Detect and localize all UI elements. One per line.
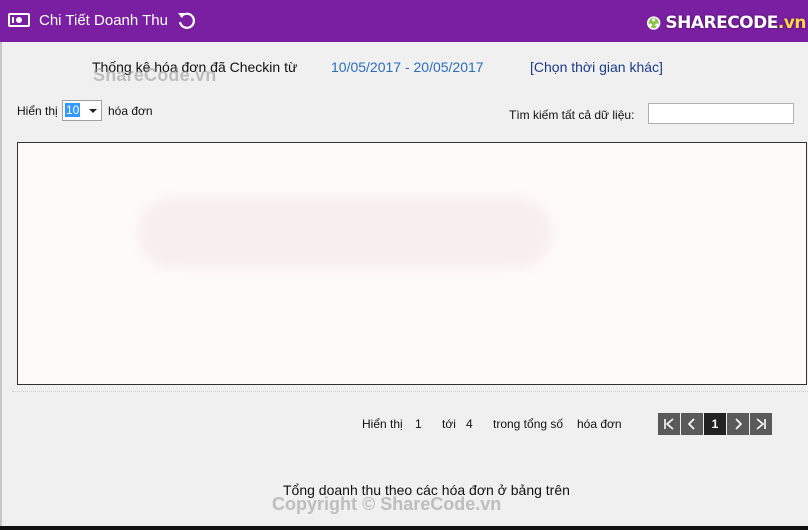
page-size-suffix: hóa đơn — [108, 104, 153, 118]
table-placeholder — [138, 198, 552, 268]
choose-other-time-link[interactable]: [Chọn thời gian khác] — [530, 59, 663, 75]
pager-show-label: Hiển thị — [362, 417, 403, 431]
prev-page-button[interactable] — [681, 413, 703, 435]
logo-text: SHARECODE.vn — [665, 13, 806, 33]
pager-from: 1 — [415, 417, 422, 431]
pager-to-label: tới — [442, 417, 456, 431]
page-size-value: 10 — [65, 103, 81, 117]
page-title: Chi Tiết Doanh Thu — [39, 12, 168, 29]
search-input[interactable] — [648, 103, 794, 124]
title-bar: Chi Tiết Doanh Thu SHARECODE.vn — [0, 0, 808, 42]
chevron-down-icon — [89, 109, 97, 113]
page-size-select[interactable]: 10 — [62, 100, 102, 121]
last-page-button[interactable] — [750, 413, 772, 435]
refresh-icon[interactable] — [176, 10, 196, 30]
pager-total-label: trong tổng số — [493, 417, 564, 431]
pager-to: 4 — [466, 417, 473, 431]
search-label: Tìm kiếm tất cả dữ liệu: — [509, 108, 635, 122]
next-page-button[interactable] — [727, 413, 749, 435]
first-page-button[interactable] — [658, 413, 680, 435]
logo-mark-icon — [647, 16, 661, 30]
invoice-table[interactable] — [17, 142, 807, 385]
bottom-border — [0, 526, 808, 530]
chevron-right-icon — [735, 418, 743, 430]
last-page-icon — [756, 418, 766, 430]
sharecode-logo: SHARECODE.vn — [646, 7, 807, 39]
pager-unit: hóa đơn — [577, 417, 622, 431]
money-icon — [8, 13, 30, 27]
show-label: Hiển thị — [17, 104, 58, 118]
watermark-bottom: Copyright © ShareCode.vn — [272, 494, 502, 514]
chevron-left-icon — [687, 418, 695, 430]
divider — [12, 391, 808, 392]
page-button-current[interactable]: 1 — [704, 413, 726, 435]
window-border — [0, 42, 2, 530]
first-page-icon — [664, 418, 674, 430]
watermark-top: ShareCode.vn — [93, 65, 217, 85]
date-range: 10/05/2017 - 20/05/2017 — [331, 59, 484, 75]
